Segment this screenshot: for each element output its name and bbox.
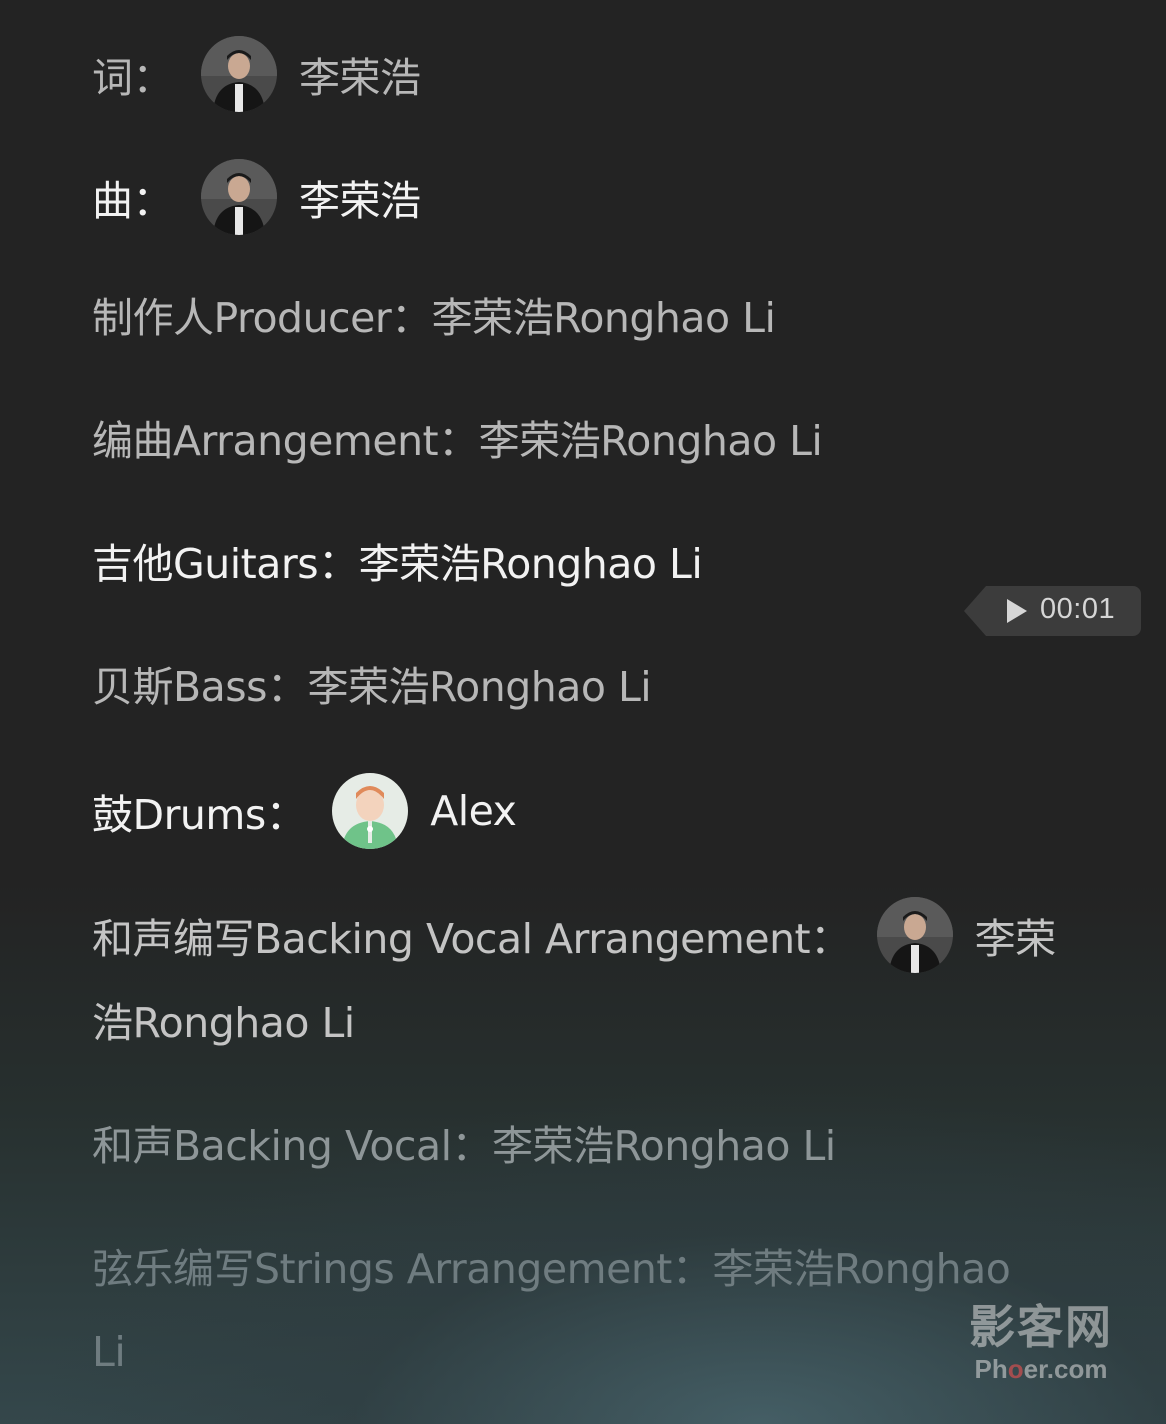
seek-to-line-button[interactable]: 00:01 (964, 586, 1141, 636)
lyric-text: 编曲Arrangement：李荣浩Ronghao Li (92, 417, 823, 465)
watermark-cn: 影客网 (969, 1300, 1113, 1354)
lyric-line-backing-vocal[interactable]: 和声Backing Vocal：李荣浩Ronghao Li (92, 1102, 836, 1182)
play-icon[interactable] (1007, 599, 1027, 623)
lyric-text: 和声Backing Vocal：李荣浩Ronghao Li (92, 1122, 836, 1170)
lyric-line-guitars[interactable]: 吉他Guitars：李荣浩Ronghao Li (92, 520, 703, 600)
watermark-logo: 影客网 Phoer.com (956, 1300, 1126, 1384)
lyric-text: 贝斯Bass：李荣浩Ronghao Li (92, 663, 652, 711)
lyric-label: 鼓Drums： (92, 791, 307, 839)
lyric-text: 制作人Producer：李荣浩Ronghao Li (92, 294, 776, 342)
artist-name[interactable]: Alex (430, 787, 517, 835)
watermark-en: Phoer.com (956, 1354, 1126, 1384)
artist-avatar[interactable] (201, 159, 277, 235)
artist-name[interactable]: 李荣 (975, 905, 1057, 965)
lyric-line-bass[interactable]: 贝斯Bass：李荣浩Ronghao Li (92, 643, 652, 723)
artist-avatar[interactable] (332, 773, 409, 849)
artist-avatar[interactable] (876, 897, 953, 973)
lyric-line-strings-arrangement-cont[interactable]: Li (92, 1312, 126, 1392)
lyric-label: 和声编写Backing Vocal Arrangement： (92, 915, 851, 963)
watermark-en-pre: Ph (974, 1354, 1008, 1384)
lyric-text: 弦乐编写Strings Arrangement：李荣浩Ronghao (92, 1245, 1011, 1293)
lyric-label: 曲： (92, 177, 174, 225)
lyric-text: 浩Ronghao Li (92, 999, 355, 1047)
artist-name[interactable]: 李荣浩 (299, 167, 421, 227)
lyric-line-arrangement[interactable]: 编曲Arrangement：李荣浩Ronghao Li (92, 397, 823, 477)
lyric-line-strings-arrangement[interactable]: 弦乐编写Strings Arrangement：李荣浩Ronghao (92, 1225, 1011, 1305)
artist-avatar[interactable] (201, 36, 277, 112)
lyric-line-bv-arrangement[interactable]: 和声编写Backing Vocal Arrangement： 李荣 (92, 895, 1056, 975)
lyric-text: Li (92, 1328, 126, 1376)
lyric-line-composer[interactable]: 曲： 李荣浩 (92, 157, 421, 237)
artist-name[interactable]: 李荣浩 (299, 44, 421, 104)
watermark-en-o: o (1007, 1354, 1024, 1384)
lyric-text: 吉他Guitars：李荣浩Ronghao Li (92, 540, 703, 588)
lyric-line-producer[interactable]: 制作人Producer：李荣浩Ronghao Li (92, 274, 776, 354)
lyric-label: 词： (92, 54, 174, 102)
lyric-line-lyricist[interactable]: 词： 李荣浩 (92, 34, 421, 114)
watermark-en-post: er.com (1023, 1354, 1108, 1384)
seek-bubble-pointer (964, 586, 986, 636)
seek-time: 00:01 (1040, 593, 1116, 625)
lyric-line-drums[interactable]: 鼓Drums： Alex (92, 771, 517, 851)
lyric-line-bv-arrangement-cont[interactable]: 浩Ronghao Li (92, 979, 355, 1059)
